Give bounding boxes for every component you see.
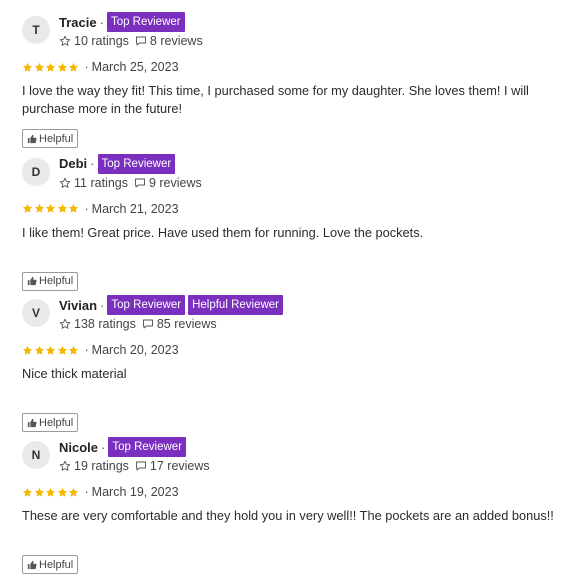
star-filled-icon <box>22 203 33 214</box>
star-rating <box>22 487 80 498</box>
star-filled-icon <box>45 62 56 73</box>
review-text: Nice thick material <box>22 366 127 382</box>
rating-row: · March 25, 2023 <box>22 60 179 74</box>
helpful-button[interactable]: Helpful <box>22 555 79 575</box>
star-filled-icon <box>57 62 68 73</box>
star-filled-icon <box>68 203 79 214</box>
star-filled-icon <box>22 345 33 356</box>
star-outline-icon <box>59 460 71 472</box>
ratings-count: 19 ratings <box>74 459 129 474</box>
review-card: T Tracie · Top Reviewer 10 ratings 8 reviews ·… <box>0 0 579 148</box>
reviewer-stats: 138 ratings 85 reviews <box>59 317 217 331</box>
star-outline-icon <box>59 318 71 330</box>
reviewer-stats: 11 ratings 9 reviews <box>59 176 202 190</box>
star-filled-icon <box>34 203 45 214</box>
review-card: N Nicole · Top Reviewer 19 ratings 17 reviews… <box>0 425 579 575</box>
star-filled-icon <box>45 345 56 356</box>
star-filled-icon <box>57 345 68 356</box>
comment-icon <box>135 35 147 47</box>
reviewer-badge: Top Reviewer <box>107 295 186 316</box>
star-filled-icon <box>57 203 68 214</box>
avatar[interactable]: N <box>22 441 50 470</box>
star-outline-icon <box>59 35 71 47</box>
reviewer-badge: Top Reviewer <box>97 153 176 174</box>
star-filled-icon <box>68 345 79 356</box>
reviewer-header: Nicole · Top Reviewer <box>59 437 189 458</box>
rating-row: · March 19, 2023 <box>22 485 179 499</box>
reviews-count: 8 reviews <box>149 34 203 48</box>
reviewer-stats: 10 ratings 8 reviews <box>59 34 203 48</box>
star-filled-icon <box>45 203 56 214</box>
reviewer-stats: 19 ratings 17 reviews <box>59 459 210 473</box>
reviews-list: T Tracie · Top Reviewer 10 ratings 8 reviews ·… <box>0 0 579 575</box>
reviewer-name[interactable]: Debi <box>59 156 87 171</box>
review-date: March 20, 2023 <box>91 343 179 358</box>
avatar[interactable]: T <box>22 16 50 44</box>
review-date: March 21, 2023 <box>91 201 179 216</box>
star-filled-icon <box>45 487 56 498</box>
date-separator: · <box>84 201 89 216</box>
name-separator: · <box>101 439 106 455</box>
avatar[interactable]: V <box>22 299 50 328</box>
name-separator: · <box>99 14 104 30</box>
ratings-count: 138 ratings <box>74 317 136 332</box>
reviewer-badge: Top Reviewer <box>106 12 185 32</box>
reviewer-badge: Helpful Reviewer <box>188 295 284 316</box>
date-separator: · <box>84 60 89 74</box>
review-date: March 19, 2023 <box>91 485 179 500</box>
reviewer-badge: Top Reviewer <box>108 437 187 458</box>
rating-row: · March 21, 2023 <box>22 202 179 216</box>
star-filled-icon <box>68 62 79 73</box>
star-rating <box>22 62 80 73</box>
reviews-count: 9 reviews <box>148 175 202 190</box>
thumbs-up-icon <box>27 560 37 570</box>
avatar[interactable]: D <box>22 157 50 186</box>
review-text: I like them! Great price. Have used them… <box>22 224 424 240</box>
star-outline-icon <box>59 177 71 189</box>
date-separator: · <box>84 485 89 500</box>
star-rating <box>22 345 80 356</box>
name-separator: · <box>100 297 105 313</box>
star-filled-icon <box>22 62 33 73</box>
review-date: March 25, 2023 <box>91 60 179 74</box>
review-text: These are very comfortable and they hold… <box>22 508 554 524</box>
reviews-count: 85 reviews <box>156 317 217 332</box>
reviewer-header: Vivian · Top Reviewer Helpful Reviewer <box>59 295 286 316</box>
reviews-count: 17 reviews <box>149 459 210 474</box>
reviewer-header: Tracie · Top Reviewer <box>59 12 188 32</box>
reviewer-name[interactable]: Nicole <box>59 440 98 455</box>
review-card: D Debi · Top Reviewer 11 ratings 9 reviews · Ma… <box>0 142 579 291</box>
star-filled-icon <box>34 345 45 356</box>
ratings-count: 10 ratings <box>74 34 129 48</box>
reviewer-name[interactable]: Vivian <box>59 298 97 313</box>
star-filled-icon <box>68 487 79 498</box>
name-separator: · <box>90 156 95 172</box>
reviewer-header: Debi · Top Reviewer <box>59 153 178 174</box>
rating-row: · March 20, 2023 <box>22 343 179 357</box>
star-filled-icon <box>22 487 33 498</box>
comment-icon <box>135 460 147 472</box>
review-card: V Vivian · Top Reviewer Helpful Reviewer 138 … <box>0 283 579 433</box>
comment-icon <box>142 318 154 330</box>
star-filled-icon <box>34 487 45 498</box>
ratings-count: 11 ratings <box>74 175 128 190</box>
review-text: I love the way they fit! This time, I pu… <box>22 83 529 116</box>
star-filled-icon <box>34 62 45 73</box>
date-separator: · <box>84 343 89 358</box>
comment-icon <box>134 177 146 189</box>
star-rating <box>22 203 80 214</box>
helpful-label: Helpful <box>39 558 74 571</box>
star-filled-icon <box>57 487 68 498</box>
reviewer-name[interactable]: Tracie <box>59 15 97 30</box>
